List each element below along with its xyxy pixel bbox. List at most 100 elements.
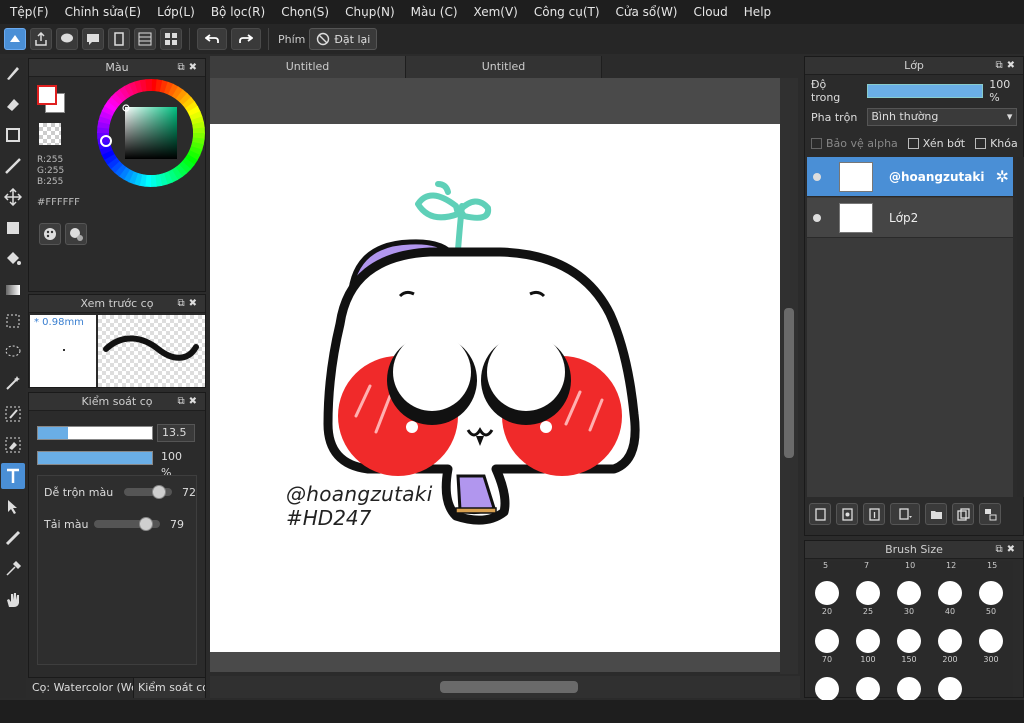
duplicate-layer-icon[interactable] bbox=[952, 503, 974, 525]
gradient-icon[interactable] bbox=[1, 277, 25, 303]
menu-item[interactable]: Xem(V) bbox=[466, 0, 526, 24]
magic-wand-icon[interactable] bbox=[1, 370, 25, 396]
menu-item[interactable]: Cloud bbox=[686, 0, 736, 24]
menu-item[interactable]: Bộ lọc(R) bbox=[203, 0, 273, 24]
layer-list-scrollbar[interactable] bbox=[1017, 157, 1024, 497]
brush-size-preset[interactable]: 150 bbox=[889, 629, 929, 664]
panel-controls-icon[interactable]: ⧉✖ bbox=[177, 295, 201, 313]
panel-controls-icon[interactable]: ⧉✖ bbox=[177, 393, 201, 411]
rectangle-icon[interactable] bbox=[1, 122, 25, 148]
fill-rect-icon[interactable] bbox=[1, 215, 25, 241]
brush-size-preset[interactable]: 40 bbox=[930, 581, 970, 616]
tab-brush-control[interactable]: Kiểm soát cọ bbox=[134, 678, 206, 698]
brush-size-preset[interactable]: 100 bbox=[848, 629, 888, 664]
menu-item[interactable]: Tệp(F) bbox=[2, 0, 57, 24]
pickup-slider[interactable] bbox=[94, 517, 160, 531]
brush-size-preset[interactable]: 25 bbox=[848, 581, 888, 616]
new-halftone-layer-icon[interactable] bbox=[836, 503, 858, 525]
palette-icon[interactable] bbox=[39, 223, 61, 245]
lasso-icon[interactable] bbox=[1, 339, 25, 365]
share-icon[interactable] bbox=[30, 28, 52, 50]
menu-item[interactable]: Chụp(N) bbox=[337, 0, 403, 24]
brush-size-preset[interactable] bbox=[889, 677, 929, 701]
new-1bit-layer-icon[interactable] bbox=[863, 503, 885, 525]
comment-icon[interactable] bbox=[82, 28, 104, 50]
brush-size-preset[interactable] bbox=[807, 677, 847, 701]
select-rect-icon[interactable] bbox=[1, 308, 25, 334]
tab-brush[interactable]: Cọ: Watercolor (Wet bbox=[28, 678, 134, 698]
blend-mode-select[interactable]: Bình thường bbox=[867, 108, 1018, 126]
hand-icon[interactable] bbox=[1, 587, 25, 613]
operation-icon[interactable] bbox=[1, 494, 25, 520]
layer-item-hoangzutaki[interactable]: @hoangzutaki ✲ bbox=[807, 157, 1013, 197]
blend-slider-knob[interactable] bbox=[151, 485, 166, 499]
main-toolbar: Phím Đặt lại bbox=[0, 24, 1024, 54]
lock-checkbox[interactable] bbox=[975, 137, 987, 149]
menu-item[interactable]: Lớp(L) bbox=[149, 0, 203, 24]
brush-size-preset[interactable]: 70 bbox=[807, 629, 847, 664]
blend-slider[interactable] bbox=[124, 485, 172, 499]
reset-button[interactable]: Đặt lại bbox=[309, 28, 378, 50]
canvas-horizontal-scrollbar[interactable] bbox=[210, 676, 800, 698]
move-icon[interactable] bbox=[1, 184, 25, 210]
gear-icon[interactable]: ✲ bbox=[996, 167, 1009, 186]
transparent-color-swatch[interactable] bbox=[39, 123, 61, 145]
grid-icon[interactable] bbox=[160, 28, 182, 50]
brush-size-preset[interactable]: 20 bbox=[807, 581, 847, 616]
eraser-icon[interactable] bbox=[1, 91, 25, 117]
clipping-checkbox[interactable] bbox=[907, 137, 919, 149]
palette-settings-icon[interactable] bbox=[65, 223, 87, 245]
visibility-icon[interactable] bbox=[807, 213, 827, 222]
layer-item-lop2[interactable]: Lớp2 bbox=[807, 198, 1013, 238]
canvas-area[interactable]: @hoangzutaki #HD247 bbox=[210, 78, 790, 672]
tab-document-2[interactable]: Untitled bbox=[406, 56, 602, 78]
brush-size-preset[interactable]: 50 bbox=[971, 581, 1011, 616]
redo-button[interactable] bbox=[231, 28, 261, 50]
speech-icon[interactable] bbox=[56, 28, 78, 50]
document-icon[interactable] bbox=[108, 28, 130, 50]
brush-size-value[interactable]: 13.5 bbox=[157, 424, 195, 442]
visibility-icon[interactable] bbox=[807, 172, 827, 181]
brush-opacity-slider[interactable] bbox=[37, 451, 153, 465]
panel-controls-icon[interactable]: ⧉✖ bbox=[995, 57, 1019, 75]
tab-document-1[interactable]: Untitled bbox=[210, 56, 406, 78]
menu-item[interactable]: Màu (C) bbox=[403, 0, 466, 24]
select-pen-icon[interactable] bbox=[1, 401, 25, 427]
add-layer-menu-icon[interactable] bbox=[890, 503, 920, 525]
line-brush-icon[interactable] bbox=[1, 153, 25, 179]
menu-item[interactable]: Công cụ(T) bbox=[526, 0, 608, 24]
brush-size-preset[interactable]: 200 bbox=[930, 629, 970, 664]
brush-size-preset[interactable] bbox=[930, 677, 970, 701]
protect-alpha-checkbox[interactable] bbox=[811, 137, 822, 149]
brush-icon[interactable] bbox=[1, 60, 25, 86]
pickup-slider-knob[interactable] bbox=[139, 517, 154, 531]
panel-controls-icon[interactable]: ⧉✖ bbox=[995, 541, 1019, 559]
vertical-scroll-thumb[interactable] bbox=[784, 308, 794, 458]
brush-size-slider[interactable] bbox=[37, 426, 153, 440]
bucket-icon[interactable] bbox=[1, 246, 25, 272]
layers-icon[interactable] bbox=[134, 28, 156, 50]
stabilizer-icon[interactable] bbox=[4, 28, 26, 50]
foreground-color-swatch[interactable] bbox=[37, 85, 57, 105]
brush-size-preset[interactable] bbox=[848, 677, 888, 701]
folder-icon[interactable] bbox=[925, 503, 947, 525]
undo-button[interactable] bbox=[197, 28, 227, 50]
divide-icon[interactable] bbox=[1, 525, 25, 551]
color-wheel[interactable] bbox=[97, 79, 205, 187]
drawing-canvas[interactable]: @hoangzutaki #HD247 bbox=[210, 124, 780, 652]
layer-opacity-slider[interactable] bbox=[867, 84, 984, 98]
horizontal-scroll-thumb[interactable] bbox=[440, 681, 578, 693]
brush-size-preset[interactable]: 30 bbox=[889, 581, 929, 616]
panel-controls-icon[interactable]: ⧉✖ bbox=[177, 59, 201, 77]
menu-item[interactable]: Chỉnh sửa(E) bbox=[57, 0, 150, 24]
menu-item[interactable]: Help bbox=[736, 0, 779, 24]
new-layer-icon[interactable] bbox=[809, 503, 831, 525]
menu-item[interactable]: Chọn(S) bbox=[273, 0, 337, 24]
menu-item[interactable]: Cửa sổ(W) bbox=[608, 0, 686, 24]
eyedropper-icon[interactable] bbox=[1, 556, 25, 582]
text-icon[interactable] bbox=[1, 463, 25, 489]
merge-layer-icon[interactable] bbox=[979, 503, 1001, 525]
brush-size-preset[interactable]: 300 bbox=[971, 629, 1011, 664]
select-eraser-icon[interactable] bbox=[1, 432, 25, 458]
canvas-vertical-scrollbar[interactable] bbox=[780, 78, 798, 674]
